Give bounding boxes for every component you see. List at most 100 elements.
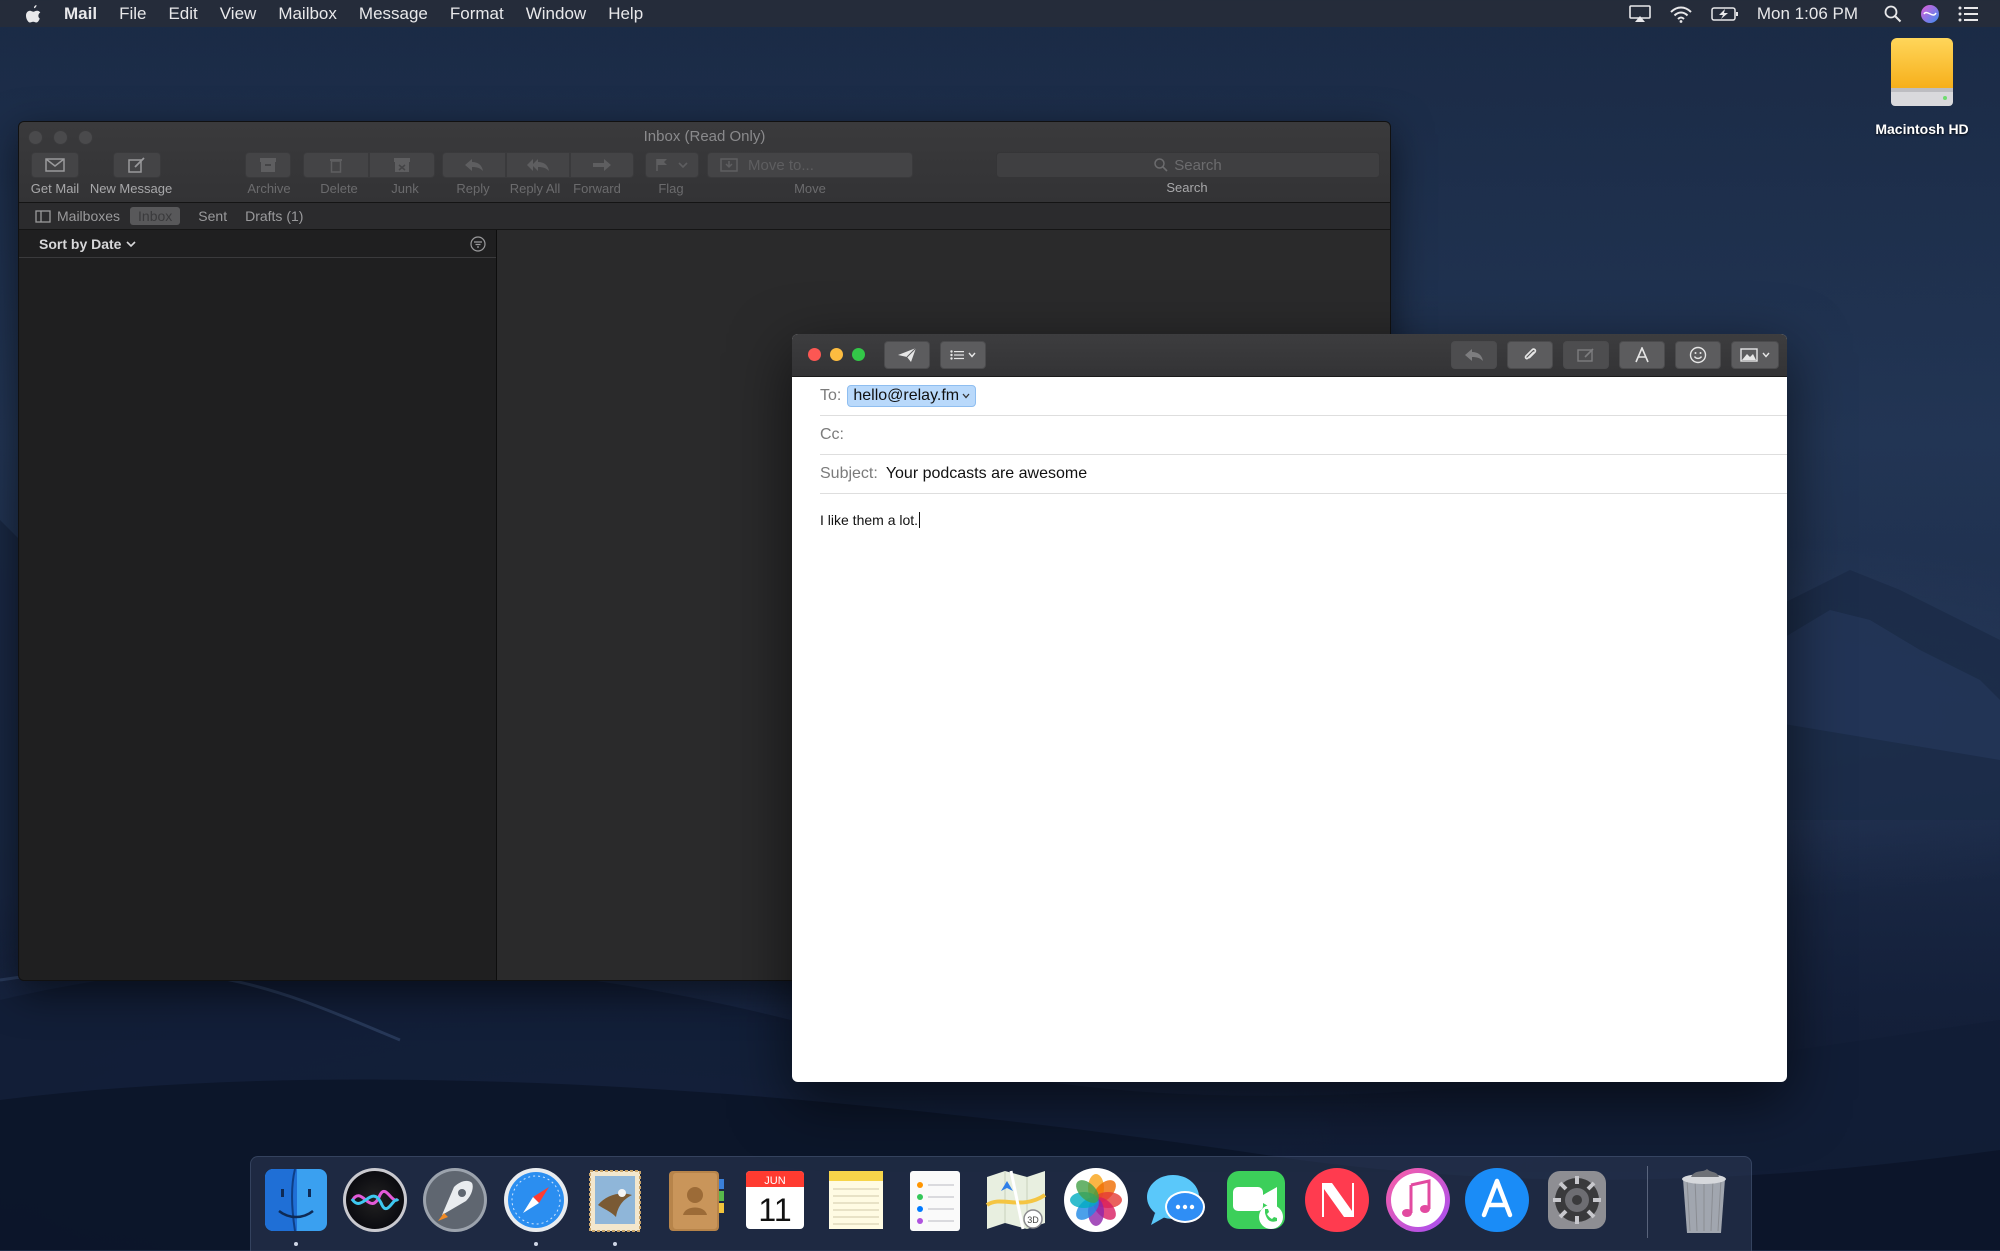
filter-icon[interactable] [470, 236, 486, 255]
reply-button[interactable] [442, 152, 506, 178]
sort-menu[interactable]: Sort by Date [19, 230, 496, 258]
chevron-down-icon [968, 352, 976, 358]
font-icon [1635, 347, 1649, 363]
reply-all-button[interactable] [506, 152, 570, 178]
system-preferences-icon[interactable] [1542, 1165, 1612, 1235]
menu-window[interactable]: Window [526, 4, 586, 24]
search-input[interactable]: Search [996, 152, 1380, 178]
menu-file[interactable]: File [119, 4, 146, 24]
menubar-clock[interactable]: Mon 1:06 PM [1757, 4, 1858, 24]
to-label: To: [820, 387, 842, 404]
mailboxes-label: Mailboxes [57, 208, 121, 224]
move-to-button[interactable]: Move to... [707, 152, 913, 178]
maps-icon[interactable]: 3D [981, 1165, 1051, 1235]
siri-icon[interactable] [340, 1165, 410, 1235]
search-placeholder: Search [1174, 156, 1222, 174]
subject-field[interactable]: Subject: Your podcasts are awesome [820, 455, 1787, 494]
menu-format[interactable]: Format [450, 4, 504, 24]
compose-icon [128, 157, 145, 173]
finder-icon[interactable] [261, 1165, 331, 1235]
zoom-button[interactable] [852, 348, 865, 361]
favorite-inbox[interactable]: Inbox [130, 207, 181, 225]
search-icon [1154, 158, 1168, 172]
compose-toolbar [792, 334, 1787, 377]
menu-app-name[interactable]: Mail [64, 4, 97, 24]
apple-menu-icon[interactable] [22, 3, 44, 25]
minimize-button[interactable] [830, 348, 843, 361]
wifi-icon[interactable] [1669, 5, 1693, 23]
flag-group: Flag [645, 152, 699, 196]
messages-icon[interactable] [1141, 1165, 1211, 1235]
recipient-address: hello@relay.fm [853, 387, 960, 404]
notification-center-icon[interactable] [1958, 6, 1978, 22]
siri-icon[interactable] [1920, 4, 1940, 24]
mail-icon[interactable] [580, 1165, 650, 1235]
junk-label: Junk [391, 181, 419, 196]
spotlight-icon[interactable] [1884, 5, 1902, 23]
airplay-icon[interactable] [1629, 4, 1651, 23]
close-button[interactable] [808, 348, 821, 361]
new-message-label: New Message [89, 181, 173, 196]
calendar-month: JUN [764, 1175, 785, 1187]
forward-arrow-icon [593, 159, 611, 171]
photo-browser-button[interactable] [1731, 341, 1779, 369]
safari-icon[interactable] [501, 1165, 571, 1235]
chevron-down-icon [1762, 352, 1770, 358]
compose-reply-button[interactable] [1451, 341, 1497, 369]
news-icon[interactable] [1302, 1165, 1372, 1235]
trash-icon[interactable] [1669, 1163, 1739, 1233]
flag-button[interactable] [645, 152, 699, 178]
notes-icon[interactable] [821, 1165, 891, 1235]
send-button[interactable] [884, 341, 930, 369]
running-indicator-safari [534, 1242, 538, 1246]
mailboxes-toggle[interactable]: Mailboxes [35, 208, 120, 224]
window-title: Inbox (Read Only) [643, 128, 766, 145]
envelope-icon [45, 158, 65, 172]
viewer-toolbar: Inbox (Read Only) Get Mail New Message A… [19, 122, 1390, 203]
battery-icon[interactable] [1711, 6, 1739, 22]
attach-button[interactable] [1507, 341, 1553, 369]
itunes-icon[interactable] [1383, 1165, 1453, 1235]
cc-field[interactable]: Cc: [820, 416, 1787, 455]
favorite-drafts[interactable]: Drafts (1) [245, 208, 303, 224]
calendar-icon[interactable]: JUN 11 [740, 1165, 810, 1235]
markup-button[interactable] [1563, 341, 1609, 369]
forward-button[interactable] [570, 152, 634, 178]
format-button[interactable] [1619, 341, 1665, 369]
flag-label: Flag [658, 181, 684, 196]
desktop-drive-icon[interactable]: Macintosh HD [1862, 36, 1982, 137]
archive-button[interactable] [245, 152, 291, 178]
photos-icon[interactable] [1061, 1165, 1131, 1235]
menu-view[interactable]: View [220, 4, 257, 24]
menu-mailbox[interactable]: Mailbox [278, 4, 337, 24]
get-mail-label: Get Mail [30, 181, 80, 196]
menu-message[interactable]: Message [359, 4, 428, 24]
reply-arrow-icon [1465, 349, 1483, 361]
get-mail-group: Get Mail New Message [25, 152, 177, 196]
photo-icon [1740, 348, 1758, 362]
header-fields-button[interactable] [940, 341, 986, 369]
message-body[interactable]: I like them a lot. [792, 494, 1787, 546]
sidebar-icon [35, 209, 51, 223]
junk-button[interactable] [369, 152, 435, 178]
reply-all-label: Reply All [509, 181, 561, 196]
contacts-icon[interactable] [661, 1165, 731, 1235]
calendar-day: 11 [758, 1192, 791, 1228]
menu-help[interactable]: Help [608, 4, 643, 24]
new-message-button[interactable] [113, 152, 161, 178]
menu-edit[interactable]: Edit [168, 4, 197, 24]
facetime-icon[interactable] [1221, 1165, 1291, 1235]
message-list[interactable]: Sort by Date [19, 230, 497, 980]
reminders-icon[interactable] [900, 1165, 970, 1235]
drive-label: Macintosh HD [1875, 121, 1969, 137]
chevron-down-icon [126, 240, 137, 247]
recipient-token[interactable]: hello@relay.fm [847, 385, 977, 407]
delete-button[interactable] [303, 152, 369, 178]
paperclip-icon [1524, 348, 1537, 360]
favorite-sent[interactable]: Sent [198, 208, 227, 224]
to-field[interactable]: To: hello@relay.fm [820, 377, 1787, 416]
app-store-icon[interactable] [1462, 1165, 1532, 1235]
get-mail-button[interactable] [31, 152, 79, 178]
launchpad-icon[interactable] [420, 1165, 490, 1235]
emoji-button[interactable] [1675, 341, 1721, 369]
